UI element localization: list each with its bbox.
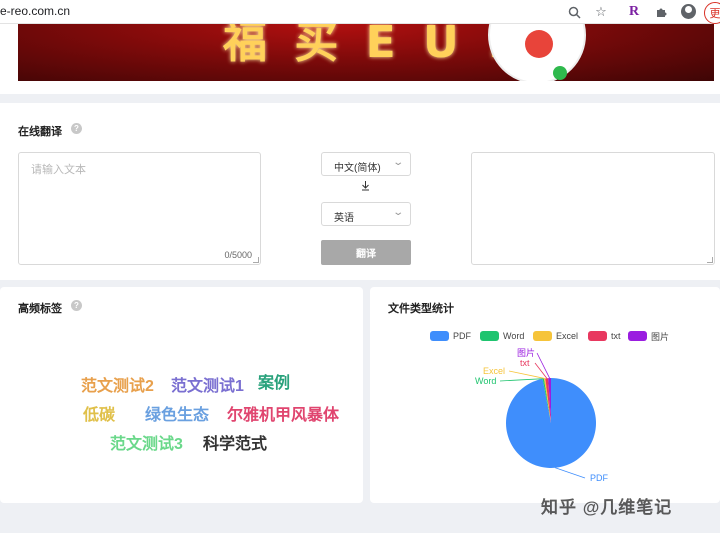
legend-swatch: [430, 331, 449, 341]
target-language-value: 英语: [334, 213, 354, 224]
star-icon[interactable]: ☆: [592, 3, 610, 21]
chevron-down-icon: ⌄: [391, 207, 404, 218]
browser-toolbar: e-reo.com.cn ☆ R 更: [0, 0, 720, 24]
account-avatar-icon[interactable]: [681, 4, 696, 19]
legend-swatch: [628, 331, 647, 341]
profile-button[interactable]: 更: [704, 2, 720, 24]
resize-handle[interactable]: [253, 257, 259, 263]
tag-item[interactable]: 低碳: [83, 401, 115, 425]
legend-item[interactable]: 图片: [628, 330, 669, 342]
legend-label: Excel: [556, 331, 579, 341]
help-icon[interactable]: ?: [71, 300, 82, 311]
legend-label: 图片: [651, 331, 670, 342]
help-icon[interactable]: ?: [71, 123, 82, 134]
promo-banner[interactable]: 福 买 E U !: [18, 24, 714, 81]
swap-direction-icon[interactable]: [360, 180, 371, 194]
tag-item[interactable]: 尔雅机甲风暴体: [227, 401, 339, 425]
tag-item[interactable]: 范文测试1: [171, 372, 244, 396]
translate-button[interactable]: 翻译: [321, 240, 411, 265]
tag-item[interactable]: 案例: [258, 369, 290, 393]
legend-item[interactable]: PDF: [430, 330, 471, 342]
legend-swatch: [588, 331, 607, 341]
legend-swatch: [533, 331, 552, 341]
legend-item[interactable]: Word: [480, 330, 524, 342]
extension-r-icon[interactable]: R: [625, 3, 643, 21]
target-language-select[interactable]: 英语 ⌄: [321, 202, 411, 226]
banner-section: 福 买 E U !: [0, 24, 720, 94]
tag-item[interactable]: 范文测试3: [110, 430, 183, 454]
input-placeholder: 请输入文本: [31, 164, 86, 176]
tag-item[interactable]: 范文测试2: [81, 372, 154, 396]
tag-item[interactable]: 绿色生态: [145, 401, 209, 425]
legend-label: txt: [611, 331, 621, 341]
resize-handle[interactable]: [707, 257, 713, 263]
result-text-output[interactable]: [471, 152, 715, 265]
zoom-icon[interactable]: [565, 3, 583, 21]
url-text[interactable]: e-reo.com.cn: [0, 4, 70, 18]
puzzle-icon[interactable]: [652, 3, 670, 21]
legend-item[interactable]: txt: [588, 330, 621, 342]
tag-item[interactable]: 科学范式: [203, 430, 267, 454]
source-language-select[interactable]: 中文(简体) ⌄: [321, 152, 411, 176]
legend-item[interactable]: Excel: [533, 330, 578, 342]
translate-title: 在线翻译: [18, 126, 62, 138]
chart-title: 文件类型统计: [388, 303, 454, 315]
char-counter: 0/5000: [224, 250, 252, 260]
watermark: 知乎 @几维笔记: [541, 498, 673, 517]
legend-swatch: [480, 331, 499, 341]
legend-label: Word: [503, 331, 525, 341]
chevron-down-icon: ⌄: [391, 157, 404, 168]
source-language-value: 中文(简体): [334, 163, 381, 174]
legend-label: PDF: [453, 331, 471, 341]
file-type-chart-panel: [370, 287, 720, 503]
source-text-input[interactable]: 请输入文本 0/5000: [18, 152, 261, 265]
mini-program-qr-icon: [488, 24, 586, 81]
banner-graphic-text: 福 买 E U !: [223, 24, 513, 68]
tags-title: 高频标签: [18, 303, 62, 315]
